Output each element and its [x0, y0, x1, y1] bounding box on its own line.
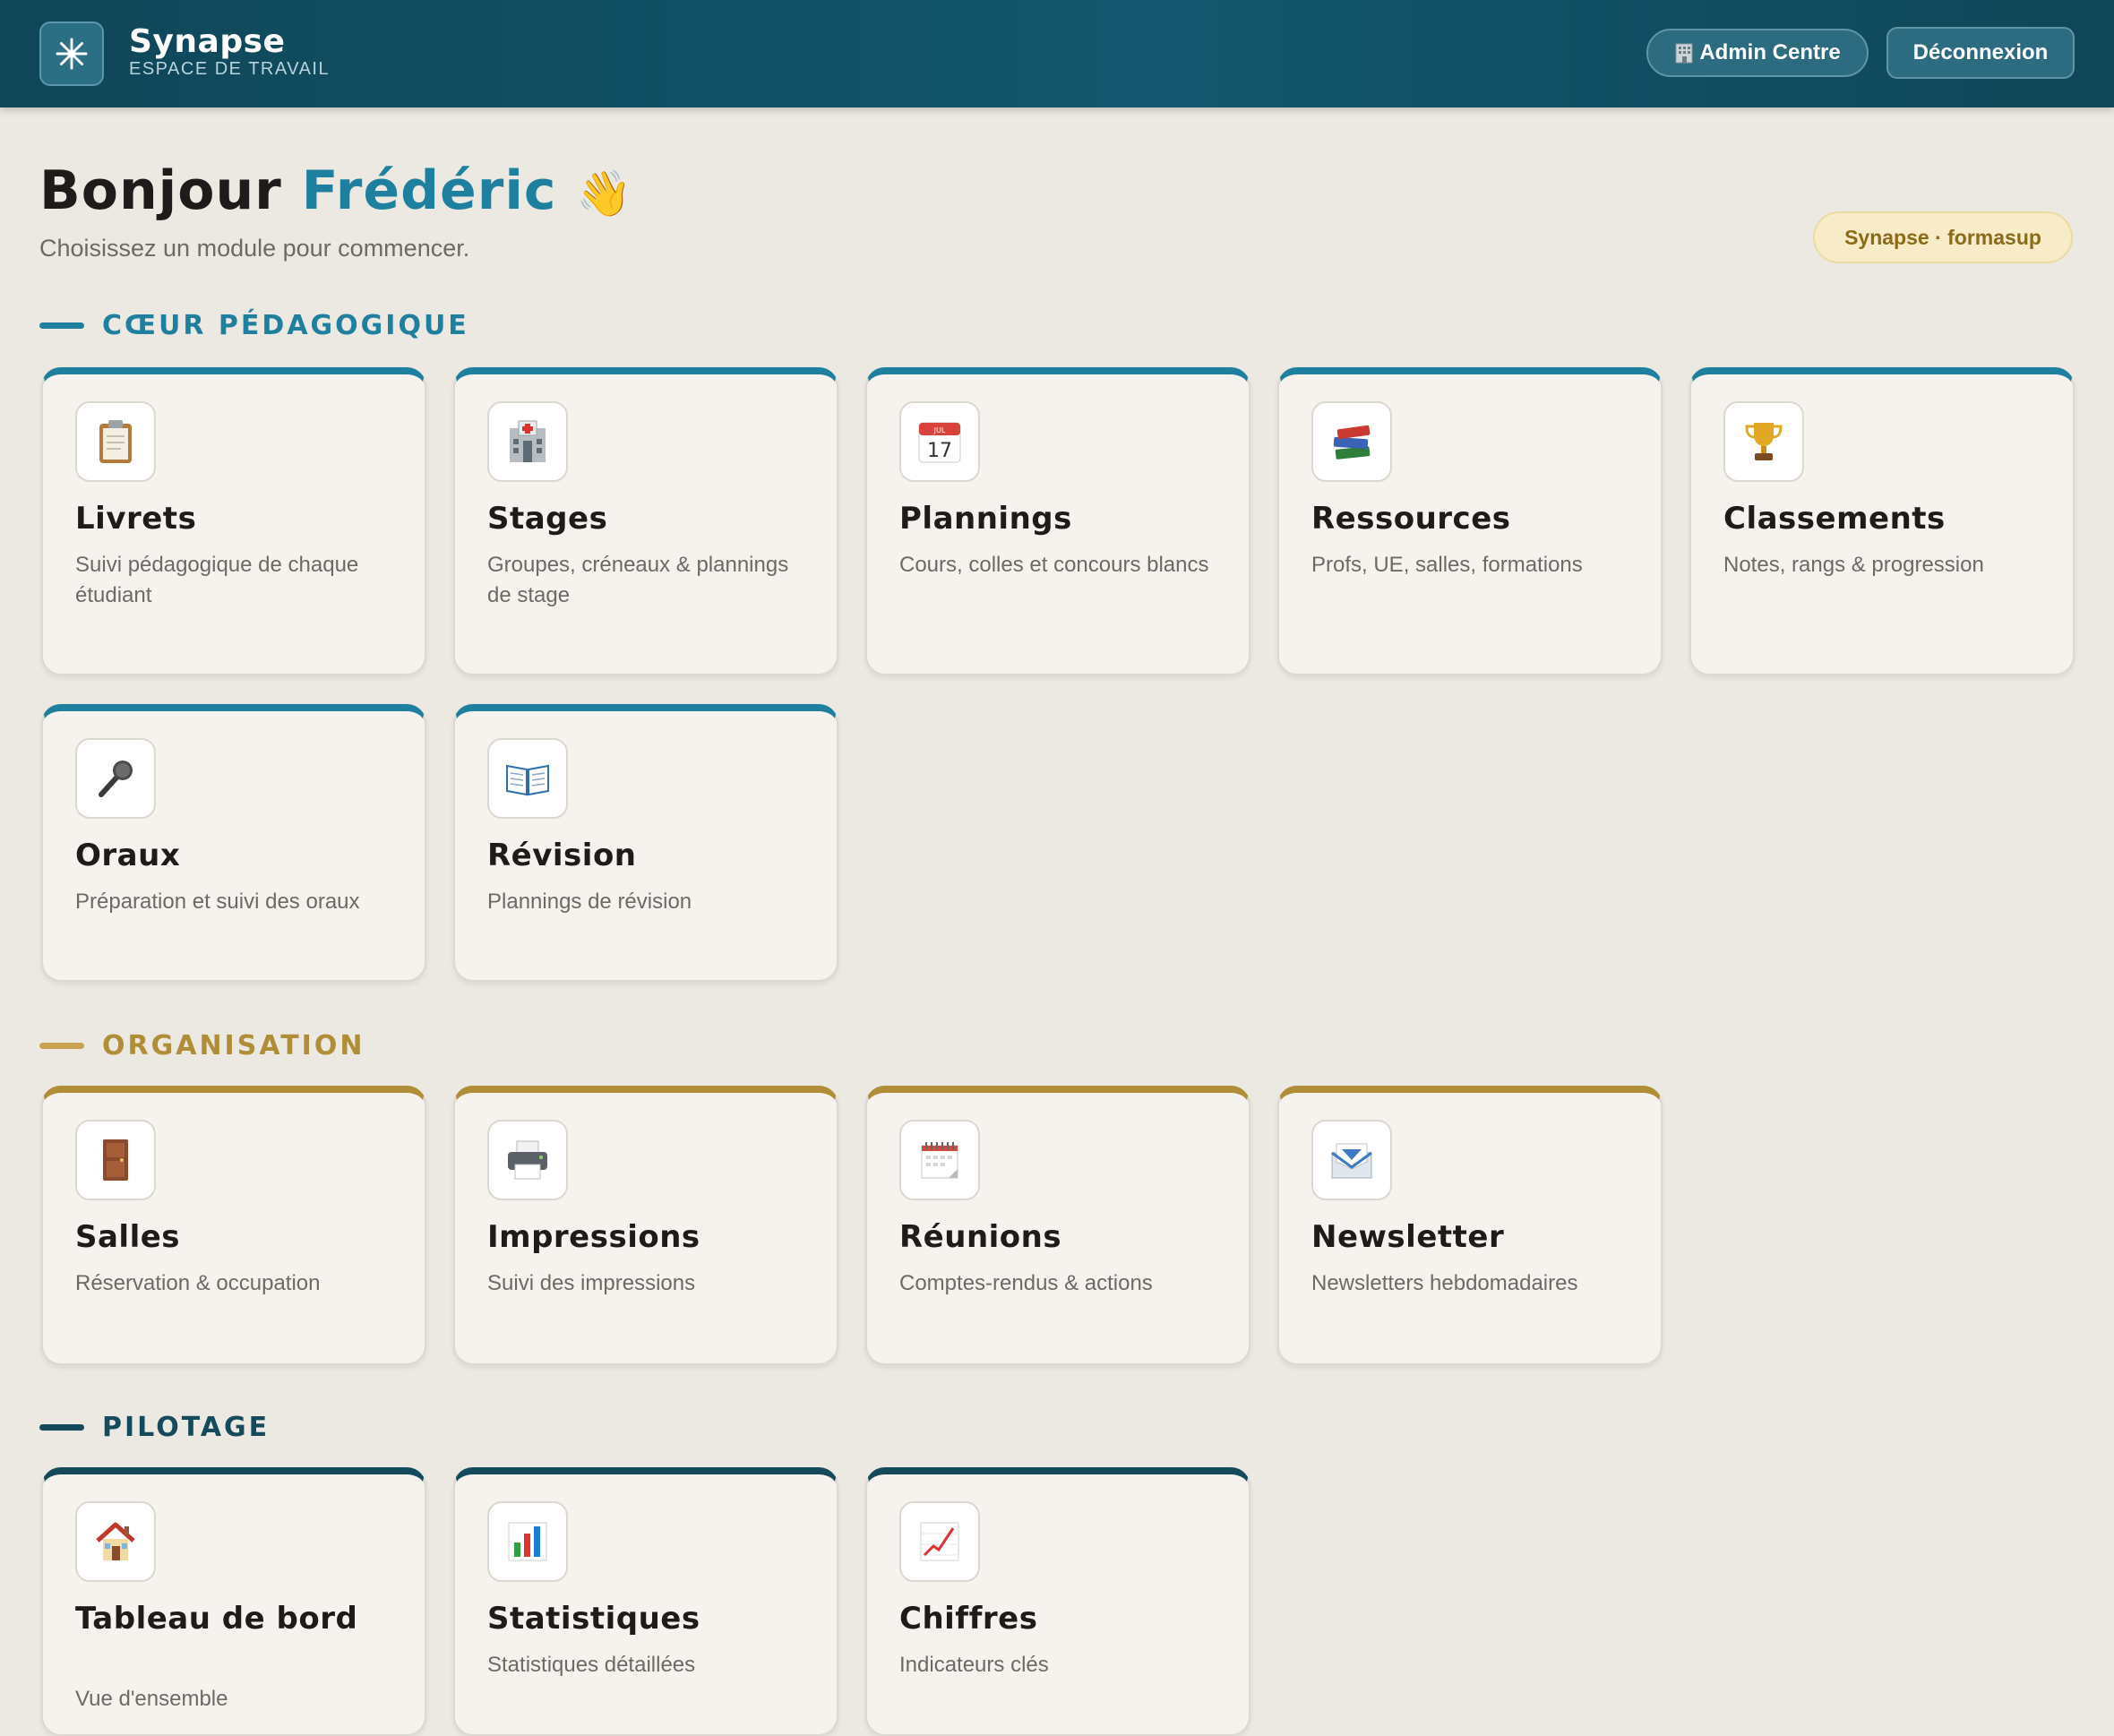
spiral-calendar-icon [899, 1120, 980, 1200]
house-icon [75, 1501, 156, 1582]
card-description: Groupes, créneaux & plannings de stage [487, 553, 789, 607]
office-building-icon [1674, 42, 1694, 64]
calendar-day: 17 [927, 440, 952, 462]
section-bar [39, 322, 84, 329]
page-title: Bonjour Frédéric 👋 [39, 159, 633, 222]
greeting-name: Frédéric [301, 159, 557, 222]
module-card-statistiques[interactable]: Statistiques Statistiques détaillées [453, 1467, 838, 1736]
section-heading-pedagogique: CŒUR PÉDAGOGIQUE [39, 310, 469, 341]
brand-subtitle: ESPACE DE TRAVAIL [129, 59, 331, 79]
open-book-icon [487, 738, 568, 819]
admin-centre-button[interactable]: Admin Centre [1646, 29, 1869, 77]
logout-label: Déconnexion [1912, 40, 2049, 64]
books-icon [1311, 401, 1392, 482]
card-description: Plannings de révision [487, 889, 692, 914]
card-description: Comptes-rendus & actions [899, 1271, 1153, 1295]
card-description: Notes, rangs & progression [1723, 553, 1984, 577]
card-title: Impressions [487, 1219, 700, 1255]
module-card-impressions[interactable]: Impressions Suivi des impressions [453, 1086, 838, 1365]
top-bar: Synapse ESPACE DE TRAVAIL Admin Centre D… [0, 0, 2114, 107]
greeting-hello: Bonjour [39, 159, 282, 222]
module-card-newsletter[interactable]: Newsletter Newsletters hebdomadaires [1277, 1086, 1663, 1365]
module-card-livrets[interactable]: Livrets Suivi pédagogique de chaque étud… [41, 367, 426, 675]
bar-chart-icon [487, 1501, 568, 1582]
calendar-month: JUL [933, 426, 946, 434]
workspace-badge: Synapse · formasup [1813, 211, 2073, 263]
module-card-classements[interactable]: Classements Notes, rangs & progression [1689, 367, 2075, 675]
module-card-stages[interactable]: Stages Groupes, créneaux & plannings de … [453, 367, 838, 675]
card-description: Réservation & occupation [75, 1271, 321, 1295]
card-title: Stages [487, 501, 608, 537]
printer-icon [487, 1120, 568, 1200]
line-chart-icon [899, 1501, 980, 1582]
card-description: Indicateurs clés [899, 1653, 1049, 1677]
card-title: Salles [75, 1219, 181, 1255]
section-title: CŒUR PÉDAGOGIQUE [102, 310, 469, 341]
card-title: Plannings [899, 501, 1072, 537]
card-description: Vue d'ensemble [75, 1687, 228, 1711]
logo-icon[interactable] [39, 21, 104, 86]
admin-centre-label: Admin Centre [1699, 40, 1841, 64]
module-card-oraux[interactable]: Oraux Préparation et suivi des oraux [41, 704, 426, 982]
card-title: Oraux [75, 838, 181, 873]
card-title: Chiffres [899, 1601, 1038, 1637]
section-bar [39, 1424, 84, 1431]
section-bar [39, 1043, 84, 1049]
calendar-icon: JUL 17 [899, 401, 980, 482]
card-description: Cours, colles et concours blancs [899, 553, 1209, 577]
card-title: Révision [487, 838, 637, 873]
waving-hand-icon: 👋 [576, 168, 633, 219]
card-title: Livrets [75, 501, 197, 537]
card-title: Classements [1723, 501, 1946, 537]
card-title: Newsletter [1311, 1219, 1505, 1255]
clipboard-icon [75, 401, 156, 482]
card-title: Statistiques [487, 1601, 700, 1637]
module-card-ressources[interactable]: Ressources Profs, UE, salles, formations [1277, 367, 1663, 675]
trophy-icon [1723, 401, 1804, 482]
section-heading-organisation: ORGANISATION [39, 1030, 365, 1061]
logout-button[interactable]: Déconnexion [1886, 27, 2075, 79]
card-title: Tableau de bord [75, 1601, 358, 1637]
module-card-salles[interactable]: Salles Réservation & occupation [41, 1086, 426, 1365]
module-card-reunions[interactable]: Réunions Comptes-rendus & actions [865, 1086, 1250, 1365]
envelope-icon [1311, 1120, 1392, 1200]
section-title: ORGANISATION [102, 1030, 365, 1061]
card-title: Ressources [1311, 501, 1511, 537]
microphone-icon [75, 738, 156, 819]
module-card-revision[interactable]: Révision Plannings de révision [453, 704, 838, 982]
module-card-plannings[interactable]: JUL 17 Plannings Cours, colles et concou… [865, 367, 1250, 675]
door-icon [75, 1120, 156, 1200]
card-description: Newsletters hebdomadaires [1311, 1271, 1578, 1295]
card-title: Réunions [899, 1219, 1062, 1255]
section-title: PILOTAGE [102, 1412, 271, 1443]
module-card-tableau-de-bord[interactable]: Tableau de bord Vue d'ensemble [41, 1467, 426, 1736]
section-heading-pilotage: PILOTAGE [39, 1412, 270, 1443]
brand-name: Synapse [129, 23, 286, 60]
card-description: Profs, UE, salles, formations [1311, 553, 1583, 577]
card-description: Suivi pédagogique de chaque étudiant [75, 553, 359, 607]
card-description: Statistiques détaillées [487, 1653, 696, 1677]
card-description: Suivi des impressions [487, 1271, 696, 1295]
page-subtitle: Choisissez un module pour commencer. [39, 235, 470, 262]
card-description: Préparation et suivi des oraux [75, 889, 360, 914]
module-card-chiffres[interactable]: Chiffres Indicateurs clés [865, 1467, 1250, 1736]
hospital-icon [487, 401, 568, 482]
